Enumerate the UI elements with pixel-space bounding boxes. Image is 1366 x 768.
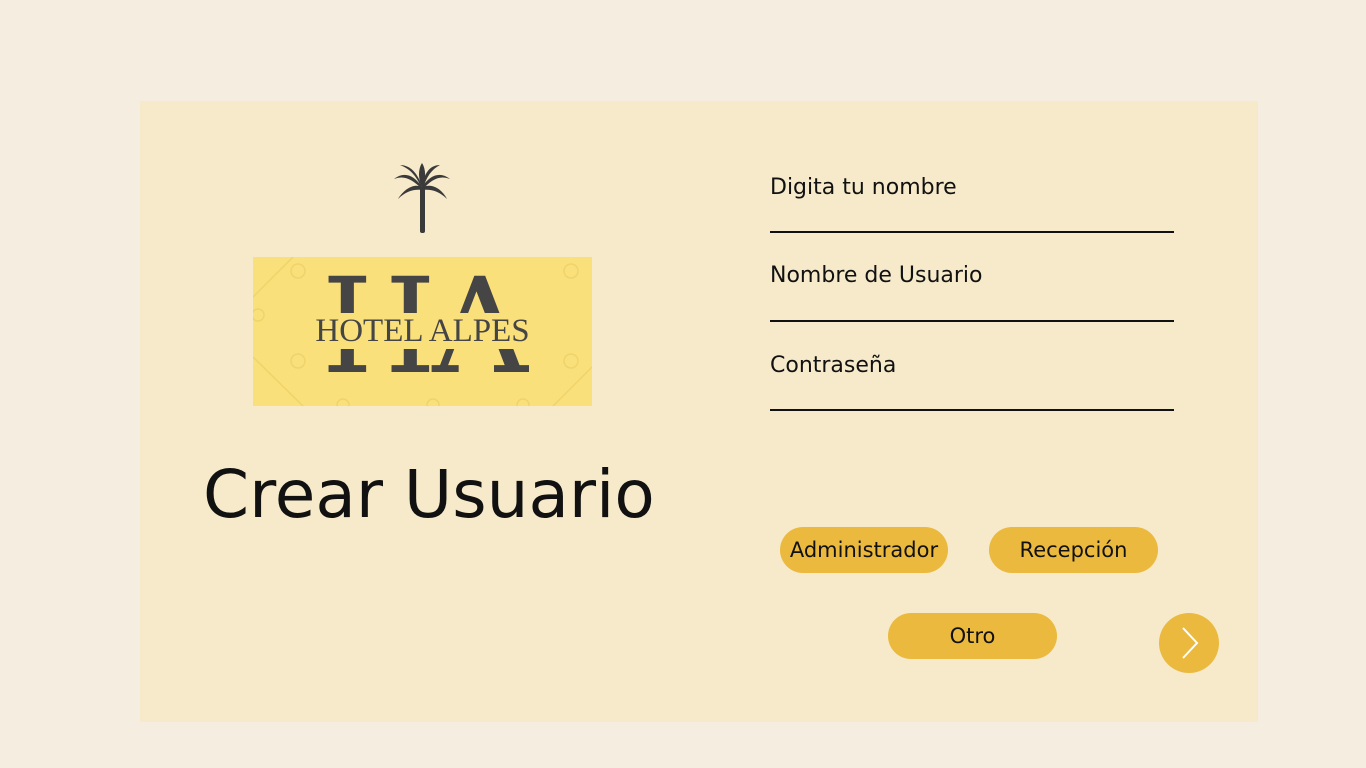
role-reception-button[interactable]: Recepción [989, 527, 1158, 573]
hotel-logo: HA HOTEL ALPES [253, 257, 592, 406]
password-field-label: Contraseña [770, 353, 897, 378]
logo-hotel-name: HOTEL ALPES [253, 313, 592, 349]
username-field-underline [770, 320, 1174, 322]
name-field[interactable]: Digita tu nombre [770, 174, 1174, 234]
chevron-right-icon [1182, 627, 1199, 659]
role-other-button[interactable]: Otro [888, 613, 1057, 659]
password-field-underline [770, 409, 1174, 411]
logo-hotel-name-text: HOTEL ALPES [313, 313, 532, 349]
name-field-label: Digita tu nombre [770, 175, 957, 200]
palm-tree-icon [392, 163, 452, 235]
name-field-underline [770, 231, 1174, 233]
page-title: Crear Usuario [203, 456, 655, 533]
username-field[interactable]: Nombre de Usuario [770, 262, 1174, 323]
password-field[interactable]: Contraseña [770, 352, 1174, 412]
role-admin-button[interactable]: Administrador [780, 527, 948, 573]
username-field-label: Nombre de Usuario [770, 263, 983, 288]
next-button[interactable] [1159, 613, 1219, 673]
